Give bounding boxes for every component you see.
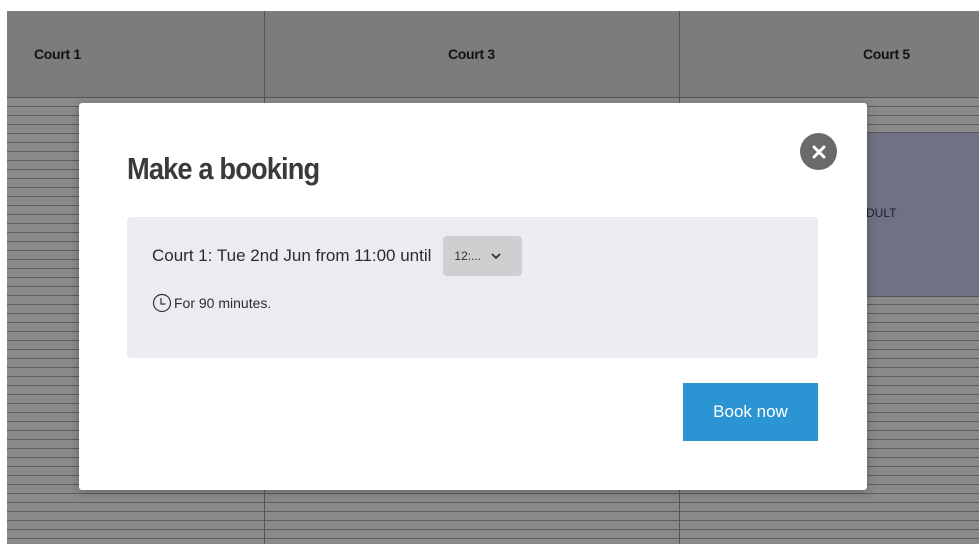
end-time-value: 12:... [454, 249, 482, 263]
close-button[interactable] [800, 133, 837, 170]
duration-info: For 90 minutes. [152, 291, 271, 315]
book-now-button[interactable]: Book now [683, 383, 818, 441]
court-header-5: Court 5 [863, 46, 910, 62]
modal-title: Make a booking [127, 151, 320, 186]
end-time-select[interactable]: 12:... [443, 236, 523, 276]
chevron-down-icon [491, 253, 501, 260]
booking-page: Court 1 Court 3 Court 5 ADULT Make a boo… [0, 0, 979, 544]
header-divider [7, 97, 979, 98]
court-header-3: Court 3 [448, 46, 495, 62]
booking-summary: Court 1: Tue 2nd Jun from 11:00 until 12… [152, 236, 523, 276]
booking-details: Court 1: Tue 2nd Jun from 11:00 until 12… [127, 217, 818, 358]
close-icon [812, 145, 825, 158]
duration-text: For 90 minutes. [174, 295, 272, 311]
court-header-1: Court 1 [34, 46, 81, 62]
booking-summary-text: Court 1: Tue 2nd Jun from 11:00 until [152, 246, 432, 265]
booking-modal: Make a booking Court 1: Tue 2nd Jun from… [79, 103, 867, 490]
clock-icon [152, 293, 172, 313]
